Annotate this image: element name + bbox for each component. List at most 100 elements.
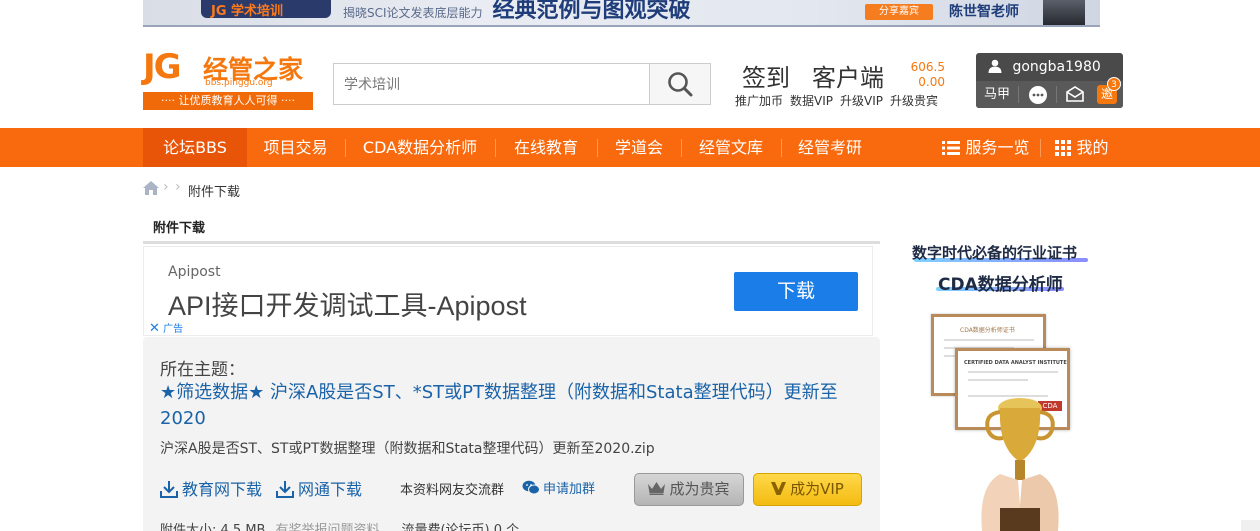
- nav-services[interactable]: 服务一览: [936, 128, 1036, 167]
- apply-join-link[interactable]: 申请加群: [522, 478, 595, 497]
- nav-xuedaohui[interactable]: 学道会: [598, 128, 680, 167]
- user-rank[interactable]: 马甲: [976, 81, 1018, 108]
- banner-headline: 揭晓SCI论文发表底层能力 经典范例与图观突破: [343, 0, 691, 23]
- download-icon: [160, 481, 178, 498]
- client-link[interactable]: 客户端: [812, 58, 884, 93]
- ad-title[interactable]: API接口开发调试工具-Apipost: [168, 284, 527, 323]
- account-balance: 606.5 0.00: [905, 60, 945, 90]
- banner-logo: JG 学术培训: [201, 0, 331, 19]
- grid-icon: [1055, 140, 1072, 156]
- nav-services-label: 服务一览: [965, 138, 1030, 157]
- ad-marker[interactable]: ✕ 广告: [149, 320, 183, 336]
- download-icon: [276, 481, 294, 498]
- search-button[interactable]: [649, 64, 710, 104]
- search-icon: [668, 72, 693, 97]
- chat-bubble-icon: [1029, 86, 1047, 104]
- crown-icon: [648, 482, 666, 495]
- balance-value-1: 606.5: [910, 60, 945, 74]
- list-icon: [942, 141, 961, 155]
- nav-bbs[interactable]: 论坛BBS: [143, 128, 247, 167]
- ad-brand: Apipost: [168, 264, 221, 280]
- cert-heading: CERTIFIED DATA ANALYST INSTITUTE: [964, 360, 1067, 366]
- breadcrumb-separator: ›: [163, 179, 169, 195]
- section-divider: [143, 241, 880, 244]
- become-guest-label: 成为贵宾: [669, 480, 730, 498]
- user-actions: 马甲 邀 3: [976, 77, 1123, 108]
- search-box: [333, 63, 711, 105]
- nav-online-edu[interactable]: 在线教育: [496, 128, 596, 167]
- cert-text-line: [944, 339, 1034, 341]
- nav-divider: [1040, 139, 1041, 157]
- nav-mine-label: 我的: [1076, 138, 1109, 157]
- main-nav: 论坛BBS 项目交易 CDA数据分析师 在线教育 学道会 经管文库 经管考研 服…: [0, 128, 1260, 167]
- logo-url: bbs.pinggu.org: [205, 78, 273, 88]
- upgrade-guest-link[interactable]: 升级贵宾: [890, 94, 938, 108]
- banner-share-label: 分享嘉宾: [865, 4, 933, 20]
- banner-teacher-photo: [1043, 0, 1085, 25]
- scrollbar-corner[interactable]: [1241, 520, 1260, 531]
- nav-kaoyan[interactable]: 经管考研: [782, 128, 878, 167]
- ad-mark-label: 广告: [163, 324, 184, 335]
- search-input[interactable]: [334, 64, 650, 104]
- become-guest-button[interactable]: 成为贵宾: [634, 473, 744, 506]
- home-icon[interactable]: [143, 181, 159, 195]
- attachment-panel: 所在主题： ★筛选数据★ 沪深A股是否ST、*ST或PT数据整理（附数据和Sta…: [143, 337, 880, 531]
- apipost-ad[interactable]: Apipost API接口开发调试工具-Apipost 下载 ✕ 广告: [143, 246, 873, 336]
- user-icon: [988, 59, 1002, 73]
- wechat-icon: [522, 480, 540, 495]
- envelope-icon: [1066, 86, 1084, 102]
- cda-certificate-ad[interactable]: CDA数据分析师证书 CERTIFIED DATA ANALYST INSTIT…: [910, 300, 1090, 531]
- user-panel: gongba1980 马甲 邀 3: [976, 53, 1123, 108]
- nav-mine[interactable]: 我的: [1048, 128, 1116, 167]
- sidebar-title-1: 数字时代必备的行业证书: [912, 244, 1078, 262]
- vip-v-icon: [771, 482, 787, 495]
- attachment-size: 附件大小: 4.5 MB: [160, 523, 266, 531]
- nav-cda[interactable]: CDA数据分析师: [346, 128, 494, 167]
- nav-library[interactable]: 经管文库: [682, 128, 780, 167]
- banner-subtext: 揭晓SCI论文发表底层能力: [343, 6, 483, 20]
- sidebar-title-2: CDA数据分析师: [938, 275, 1063, 295]
- cert-label: CDA数据分析师证书: [960, 327, 1015, 334]
- download-edu-link[interactable]: 教育网下载: [160, 476, 262, 500]
- balance-value-2: 0.00: [918, 75, 945, 89]
- download-net-link[interactable]: 网通下载: [276, 476, 362, 500]
- promote-coins-link[interactable]: 推广加币: [735, 94, 783, 108]
- invite-count-badge: 3: [1107, 77, 1121, 91]
- nav-project-trade[interactable]: 项目交易: [247, 128, 344, 167]
- signin-link[interactable]: 签到: [742, 58, 790, 93]
- upgrade-vip-link[interactable]: 升级VIP: [840, 94, 883, 108]
- banner-teacher: 陈世智老师: [949, 4, 1019, 20]
- topic-title-link[interactable]: ★筛选数据★ 沪深A股是否ST、*ST或PT数据整理（附数据和Stata整理代码…: [160, 380, 850, 432]
- breadcrumb-current: 附件下载: [188, 185, 241, 200]
- logo-slogan: ···· 让优质教育人人可得 ····: [143, 92, 313, 110]
- header-sublinks: 推广加币 数据VIP 升级VIP 升级贵宾: [735, 92, 945, 109]
- notifications-button[interactable]: [1060, 81, 1090, 108]
- group-text: 本资料网友交流群: [400, 483, 505, 498]
- top-banner-ad[interactable]: JG 学术培训 揭晓SCI论文发表底层能力 经典范例与图观突破 分享嘉宾 陈世智老…: [143, 0, 1100, 27]
- become-vip-button[interactable]: 成为VIP: [753, 473, 862, 506]
- download-edu-label: 教育网下载: [182, 480, 263, 499]
- cert-text-line: [968, 371, 1058, 373]
- breadcrumb-separator: ›: [175, 179, 181, 195]
- topic-label: 所在主题：: [160, 360, 245, 380]
- site-logo[interactable]: JG 经管之家 bbs.pinggu.org ···· 让优质教育人人可得 ··…: [143, 48, 313, 112]
- logo-mark: JG: [143, 47, 182, 87]
- messages-button[interactable]: [1026, 81, 1050, 108]
- trophy-illustration: [981, 398, 1059, 531]
- cert-text-line: [968, 379, 1028, 381]
- data-vip-link[interactable]: 数据VIP: [790, 94, 833, 108]
- apply-join-label: 申请加群: [543, 482, 596, 497]
- divider: [1056, 86, 1057, 103]
- traffic-fee: 流量费(论坛币) 0 个: [401, 523, 520, 531]
- become-vip-label: 成为VIP: [790, 480, 844, 498]
- divider: [1018, 86, 1019, 103]
- download-net-label: 网通下载: [298, 480, 363, 499]
- section-title: 附件下载: [153, 221, 206, 236]
- ad-download-button[interactable]: 下载: [734, 272, 858, 311]
- page: JG 学术培训 揭晓SCI论文发表底层能力 经典范例与图观突破 分享嘉宾 陈世智老…: [0, 0, 1260, 531]
- attachment-meta: 附件大小: 4.5 MB 有奖举报问题资料 流量费(论坛币) 0 个: [160, 519, 519, 531]
- report-link[interactable]: 有奖举报问题资料: [275, 523, 379, 531]
- close-icon[interactable]: ✕: [149, 321, 160, 336]
- user-name-row[interactable]: gongba1980: [976, 53, 1123, 81]
- attachment-filename: 沪深A股是否ST、ST或PT数据整理（附数据和Stata整理代码）更新至2020…: [160, 441, 655, 457]
